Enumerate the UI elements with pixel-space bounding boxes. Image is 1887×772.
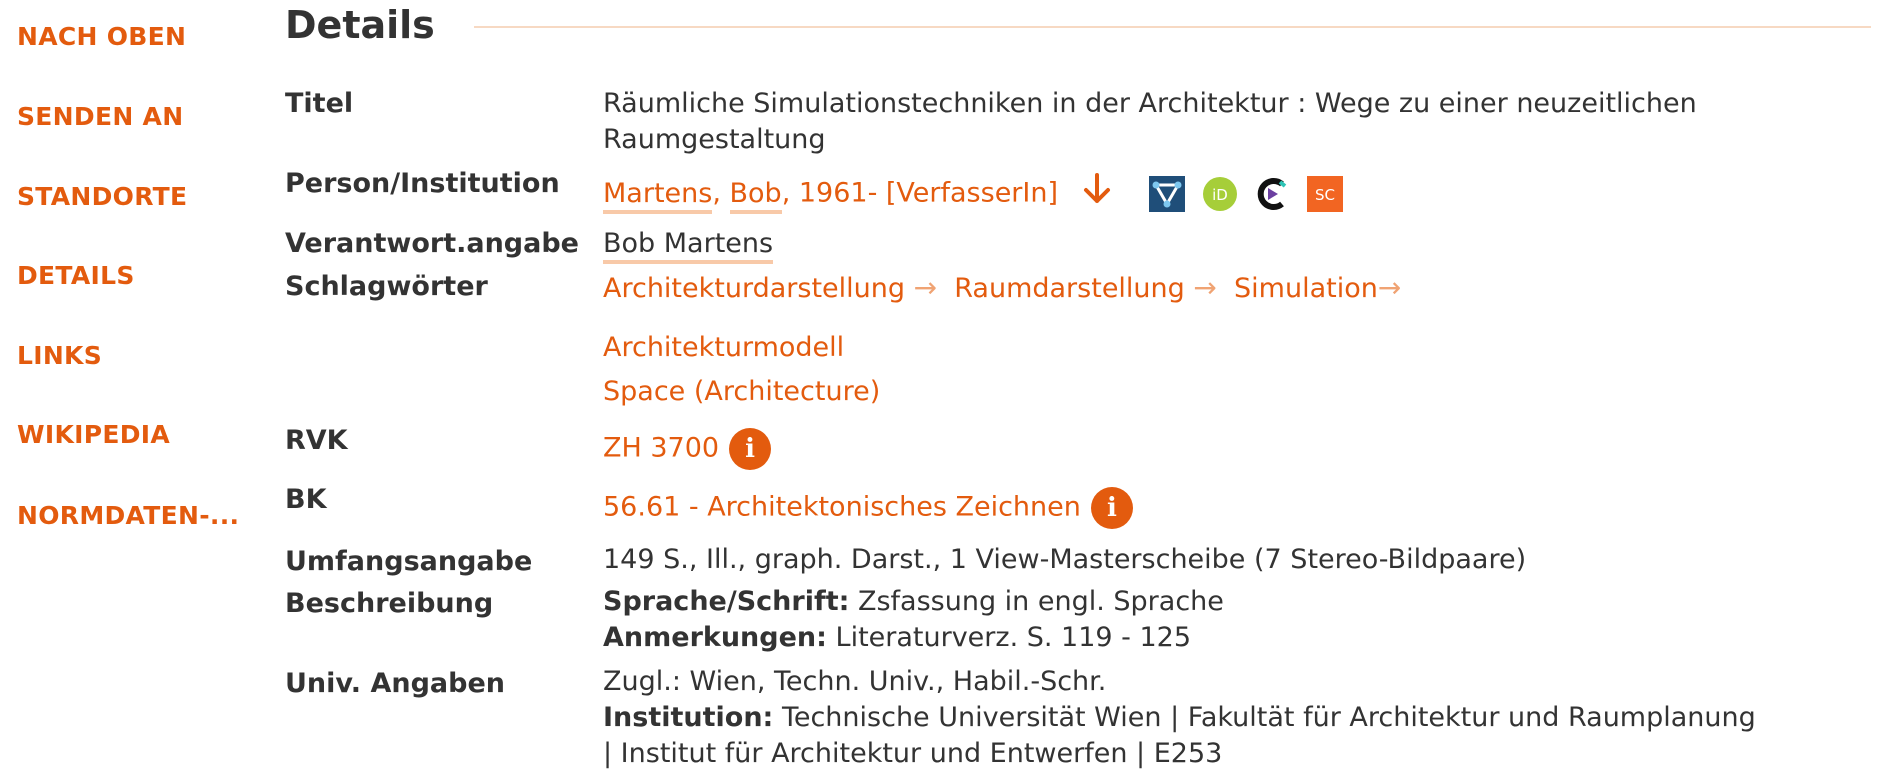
sprache-key: Sprache/Schrift: — [603, 586, 850, 617]
rvk-value-wrap: ZH 3700 i — [603, 428, 772, 470]
univ-line-1: Zugl.: Wien, Techn. Univ., Habil.-Schr. — [603, 666, 1107, 697]
institution-value: Technische Universität Wien | Fakultät f… — [773, 702, 1756, 733]
nav-wikipedia[interactable]: WIKIPEDIA — [17, 420, 170, 449]
details-heading: Details — [285, 3, 435, 47]
subject-link[interactable]: Architekturdarstellung — [603, 273, 905, 304]
univ-value: Zugl.: Wien, Techn. Univ., Habil.-Schr. … — [603, 664, 1756, 772]
bk-label: BK — [285, 484, 327, 515]
arrow-right-icon: → — [913, 271, 938, 304]
nav-details[interactable]: DETAILS — [17, 261, 135, 290]
titel-line-2: Raumgestaltung — [603, 124, 826, 155]
person-label: Person/Institution — [285, 168, 560, 199]
orcid-icon[interactable]: iD — [1202, 176, 1238, 212]
verantwort-value-link[interactable]: Bob Martens — [603, 228, 774, 264]
info-icon[interactable]: i — [1090, 487, 1133, 529]
sprache-value: Zsfassung in engl. Sprache — [849, 586, 1224, 617]
nav-links[interactable]: LINKS — [17, 341, 102, 370]
person-comma: , — [712, 177, 730, 209]
orcid-text: iD — [1212, 186, 1228, 204]
culturegraph-icon[interactable] — [1254, 176, 1290, 212]
nav-nach-oben[interactable]: NACH OBEN — [17, 22, 186, 51]
schlagwoerter-chain: Architekturdarstellung → Raumdarstellung… — [603, 270, 1401, 307]
sprache-line: Sprache/Schrift: Zsfassung in engl. Spra… — [603, 584, 1224, 620]
anmerkungen-key: Anmerkungen: — [603, 622, 827, 653]
univ-label: Univ. Angaben — [285, 668, 505, 699]
rvk-label: RVK — [285, 425, 348, 456]
arrow-right-icon: → — [1377, 271, 1402, 304]
nav-senden-an[interactable]: SENDEN AN — [17, 102, 183, 131]
subject-link[interactable]: Raumdarstellung — [954, 273, 1185, 304]
titel-value: Räumliche Simulationstechniken in der Ar… — [603, 86, 1697, 158]
person-role[interactable]: , 1961- [VerfasserIn] — [782, 178, 1058, 209]
beschreibung-label: Beschreibung — [285, 588, 494, 619]
person-value: Martens, Bob, 1961- [VerfasserIn] iD SC — [603, 172, 1343, 216]
subject-extra-1: Architekturmodell — [603, 330, 844, 366]
titel-label: Titel — [285, 88, 354, 119]
subject-link[interactable]: Architekturmodell — [603, 332, 844, 363]
sc-icon[interactable]: SC — [1306, 176, 1343, 212]
schlagwoerter-label: Schlagwörter — [285, 271, 488, 302]
anmerkungen-value: Literaturverz. S. 119 - 125 — [826, 622, 1192, 653]
arrow-down-icon[interactable] — [1081, 172, 1113, 216]
umfang-label: Umfangsangabe — [285, 546, 533, 577]
heading-divider — [474, 26, 1871, 28]
person-surname-link[interactable]: Martens — [603, 177, 713, 214]
anmerkungen-line: Anmerkungen: Literaturverz. S. 119 - 125 — [603, 620, 1224, 656]
bk-link[interactable]: 56.61 - Architektonisches Zeichnen — [603, 492, 1081, 523]
bk-value-wrap: 56.61 - Architektonisches Zeichnen i — [603, 487, 1133, 529]
arrow-right-icon: → — [1193, 271, 1217, 304]
institution-line-2: | Institut für Architektur und Entwerfen… — [603, 738, 1223, 769]
subject-link[interactable]: Simulation — [1234, 273, 1378, 304]
verantwort-label: Verantwort.angabe — [285, 228, 579, 259]
info-icon[interactable]: i — [729, 428, 772, 470]
subject-extra-2: Space (Architecture) — [603, 374, 880, 410]
person-firstname-link[interactable]: Bob — [729, 177, 782, 214]
beschreibung-value: Sprache/Schrift: Zsfassung in engl. Spra… — [603, 584, 1224, 656]
institution-line: Institution: Technische Universität Wien… — [603, 700, 1756, 736]
sc-text: SC — [1315, 186, 1335, 204]
verantwort-value-wrap: Bob Martens — [603, 226, 774, 264]
subject-link[interactable]: Space (Architecture) — [603, 376, 880, 407]
rvk-link[interactable]: ZH 3700 — [603, 433, 719, 464]
titel-line-1: Räumliche Simulationstechniken in der Ar… — [603, 88, 1697, 119]
umfang-value: 149 S., Ill., graph. Darst., 1 View-Mast… — [603, 544, 1527, 575]
institution-key: Institution: — [603, 702, 774, 733]
nav-normdaten[interactable]: NORMDATEN-... — [17, 501, 239, 530]
wikidata-icon[interactable] — [1149, 176, 1186, 212]
nav-standorte[interactable]: STANDORTE — [17, 182, 187, 211]
